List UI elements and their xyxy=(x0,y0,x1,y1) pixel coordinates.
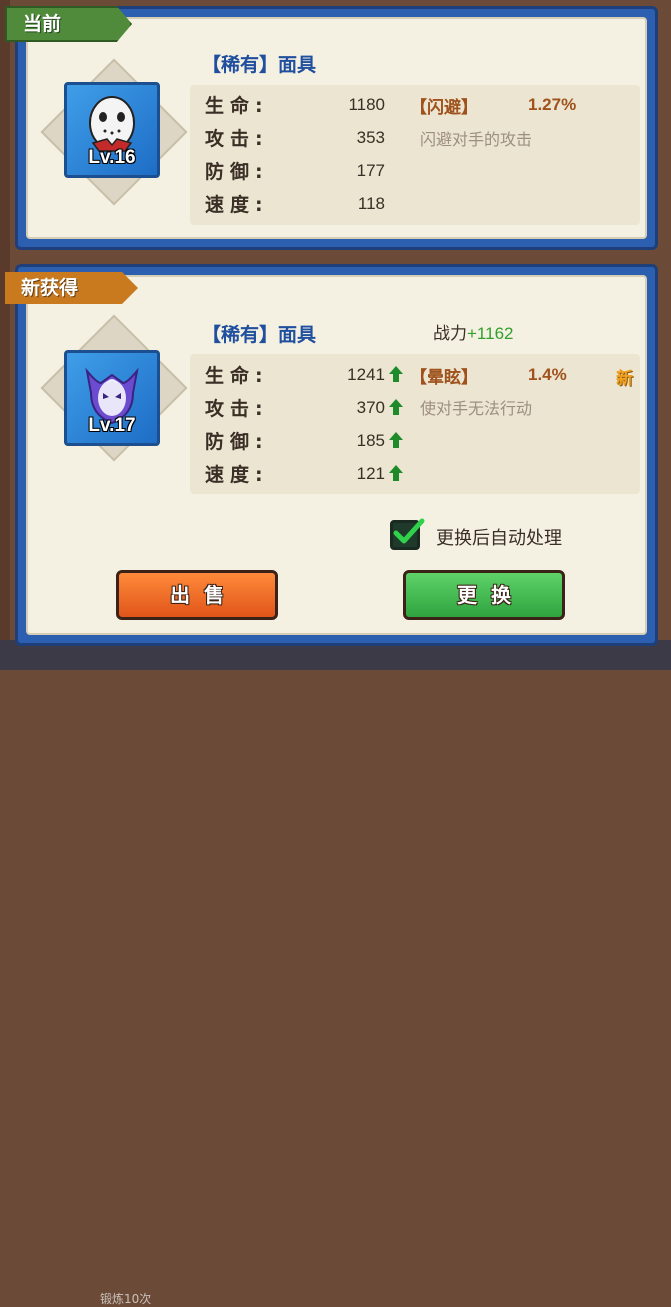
new-item-title: 【稀有】面具 xyxy=(202,324,317,346)
current-skill-description: 闪避对手的攻击 xyxy=(420,130,533,149)
current-stat-label: 防御: xyxy=(205,161,269,183)
increase-arrow-icon xyxy=(389,432,403,448)
current-skill-percent: 1.27% xyxy=(528,95,577,114)
current-stat-label: 攻击: xyxy=(205,128,269,150)
new-stat-label: 攻击: xyxy=(205,398,269,420)
increase-arrow-icon xyxy=(389,399,403,415)
background-bottom-text: 锻炼10次 xyxy=(100,1292,152,1306)
new-item-icon[interactable]: Lv.17 xyxy=(64,350,160,446)
new-skill-badge: 新 xyxy=(616,369,633,389)
current-stat-value: 177 xyxy=(356,161,385,180)
replace-button[interactable]: 更换 xyxy=(403,570,565,620)
increase-arrow-icon xyxy=(389,366,403,382)
current-skill-name: 【闪避】 xyxy=(410,98,478,118)
new-skill-percent: 1.4% xyxy=(528,365,567,384)
new-skill-description: 使对手无法行动 xyxy=(420,399,533,418)
current-item-title: 【稀有】面具 xyxy=(202,54,317,76)
background-left xyxy=(0,0,10,670)
new-level: Lv.17 xyxy=(88,415,136,436)
new-stat-label: 速度: xyxy=(205,464,269,486)
new-stat-label: 生命: xyxy=(205,365,269,387)
current-level: Lv.16 xyxy=(88,147,136,168)
auto-process-label[interactable]: 更换后自动处理 xyxy=(436,524,562,550)
power-change: 战力+1162 xyxy=(433,319,513,344)
current-stat-label: 生命: xyxy=(205,95,269,117)
checkmark-icon xyxy=(393,518,425,544)
current-stat-value: 118 xyxy=(357,194,385,213)
power-label: 战力 xyxy=(433,324,467,344)
power-delta: +1162 xyxy=(467,324,514,343)
new-stat-value: 1241 xyxy=(347,365,385,384)
new-stat-value: 121 xyxy=(356,464,385,483)
new-stat-label: 防御: xyxy=(205,431,269,453)
current-tag: 当前 xyxy=(5,6,132,42)
increase-arrow-icon xyxy=(389,465,403,481)
current-stat-value: 1180 xyxy=(348,95,385,114)
auto-process-checkbox[interactable] xyxy=(390,518,425,550)
current-stat-value: 353 xyxy=(356,128,385,147)
new-skill-name: 【晕眩】 xyxy=(410,368,478,388)
new-stat-value: 185 xyxy=(356,431,385,450)
new-stat-value: 370 xyxy=(356,398,385,417)
current-stat-label: 速度: xyxy=(205,194,269,216)
new-tag: 新获得 xyxy=(5,272,138,304)
sell-button[interactable]: 出售 xyxy=(116,570,278,620)
current-item-icon[interactable]: Lv.16 xyxy=(64,82,160,178)
